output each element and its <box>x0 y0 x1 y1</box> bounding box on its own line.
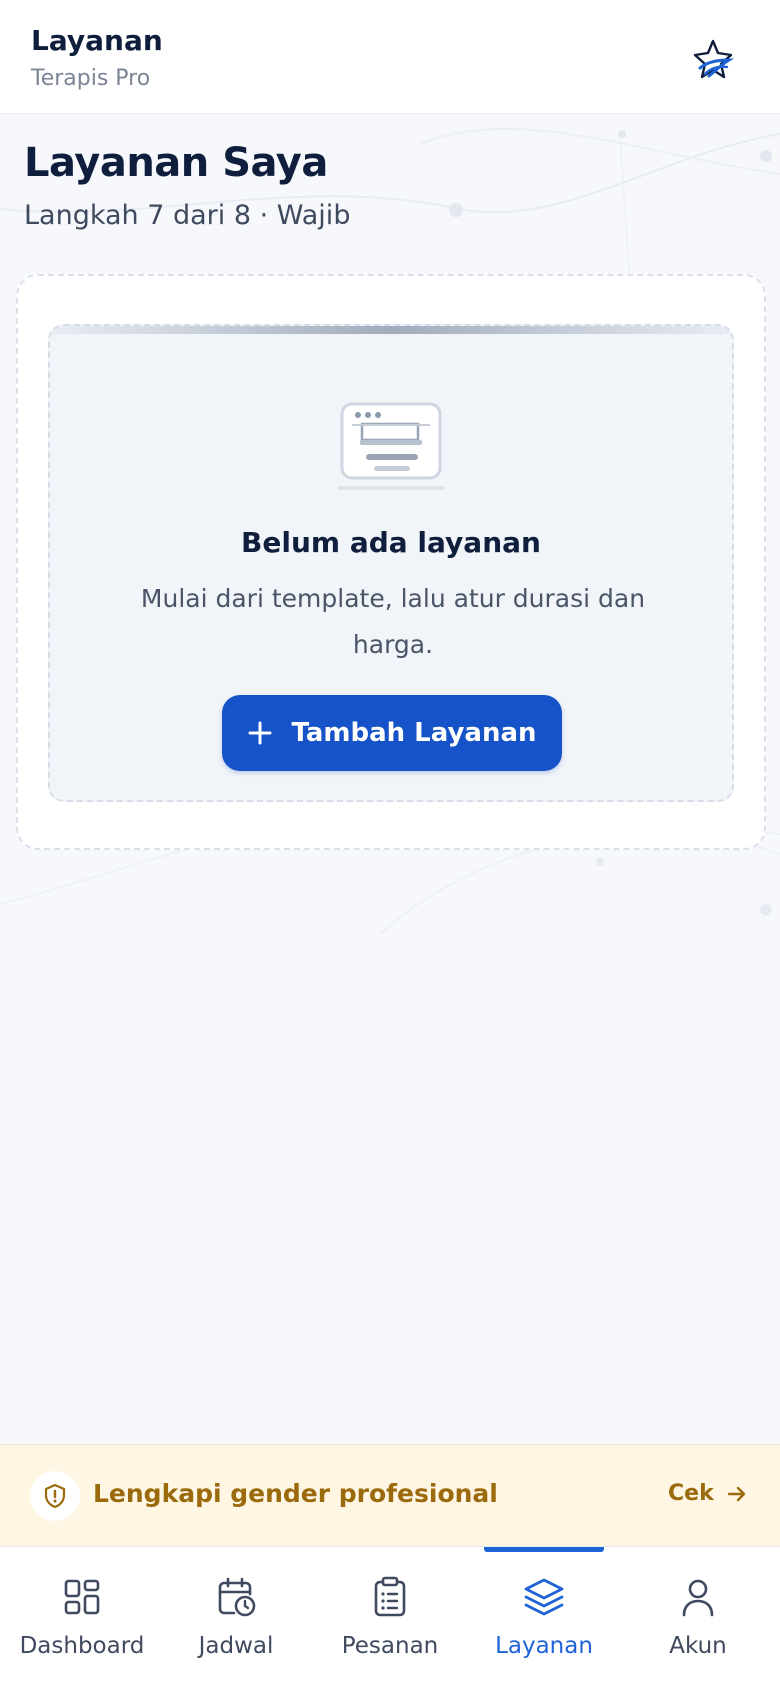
nav-item-akun[interactable]: Akun <box>620 1547 776 1688</box>
notice-icon-badge <box>30 1471 80 1521</box>
notice-check-label: Cek <box>668 1481 714 1506</box>
add-service-button[interactable]: Tambah Layanan <box>222 695 562 771</box>
nav-item-jadwal[interactable]: Jadwal <box>158 1547 314 1688</box>
nav-item-layanan[interactable]: Layanan <box>466 1547 622 1688</box>
page-title: Layanan Saya <box>24 140 328 186</box>
services-card: Belum ada layanan Mulai dari template, l… <box>16 274 766 850</box>
notice-text: Lengkapi gender profesional <box>93 1479 498 1508</box>
calendar-clock-icon <box>218 1577 256 1617</box>
nav-item-dashboard[interactable]: Dashboard <box>4 1547 160 1688</box>
layers-icon <box>524 1578 564 1616</box>
lotus-star-icon <box>693 39 735 79</box>
panel-accent-line <box>50 326 732 334</box>
nav-label-dashboard: Dashboard <box>19 1633 145 1659</box>
clipboard-list-icon <box>374 1576 406 1617</box>
plus-icon <box>248 721 272 745</box>
nav-item-pesanan[interactable]: Pesanan <box>312 1547 468 1688</box>
notice-check-button[interactable]: Cek <box>668 1481 748 1506</box>
user-icon <box>682 1579 714 1617</box>
header-subtitle: Terapis Pro <box>31 66 151 91</box>
dashboard-grid-icon <box>64 1579 100 1615</box>
shield-alert-icon <box>44 1483 66 1509</box>
empty-state-panel: Belum ada layanan Mulai dari template, l… <box>48 324 734 802</box>
app-header: Layanan Terapis Pro <box>0 0 780 114</box>
nav-label-akun: Akun <box>669 1633 727 1659</box>
arrow-right-icon <box>727 1486 745 1501</box>
add-service-button-label: Tambah Layanan <box>291 718 537 748</box>
header-title: Layanan <box>31 24 163 57</box>
nav-label-layanan: Layanan <box>495 1633 593 1659</box>
laptop-empty-icon <box>338 402 444 490</box>
empty-state-description: Mulai dari template, lalu atur durasi da… <box>140 584 646 659</box>
bottom-navigation: Dashboard Jadwal Pesanan Layanan Akun <box>0 1546 780 1688</box>
empty-state-title: Belum ada layanan <box>241 526 541 559</box>
nav-label-jadwal: Jadwal <box>198 1633 274 1659</box>
nav-label-pesanan: Pesanan <box>341 1633 439 1659</box>
onboarding-step-indicator: Langkah 7 dari 8 · Wajib <box>24 200 351 231</box>
profile-completion-banner[interactable]: Lengkapi gender profesional Cek <box>0 1444 780 1546</box>
